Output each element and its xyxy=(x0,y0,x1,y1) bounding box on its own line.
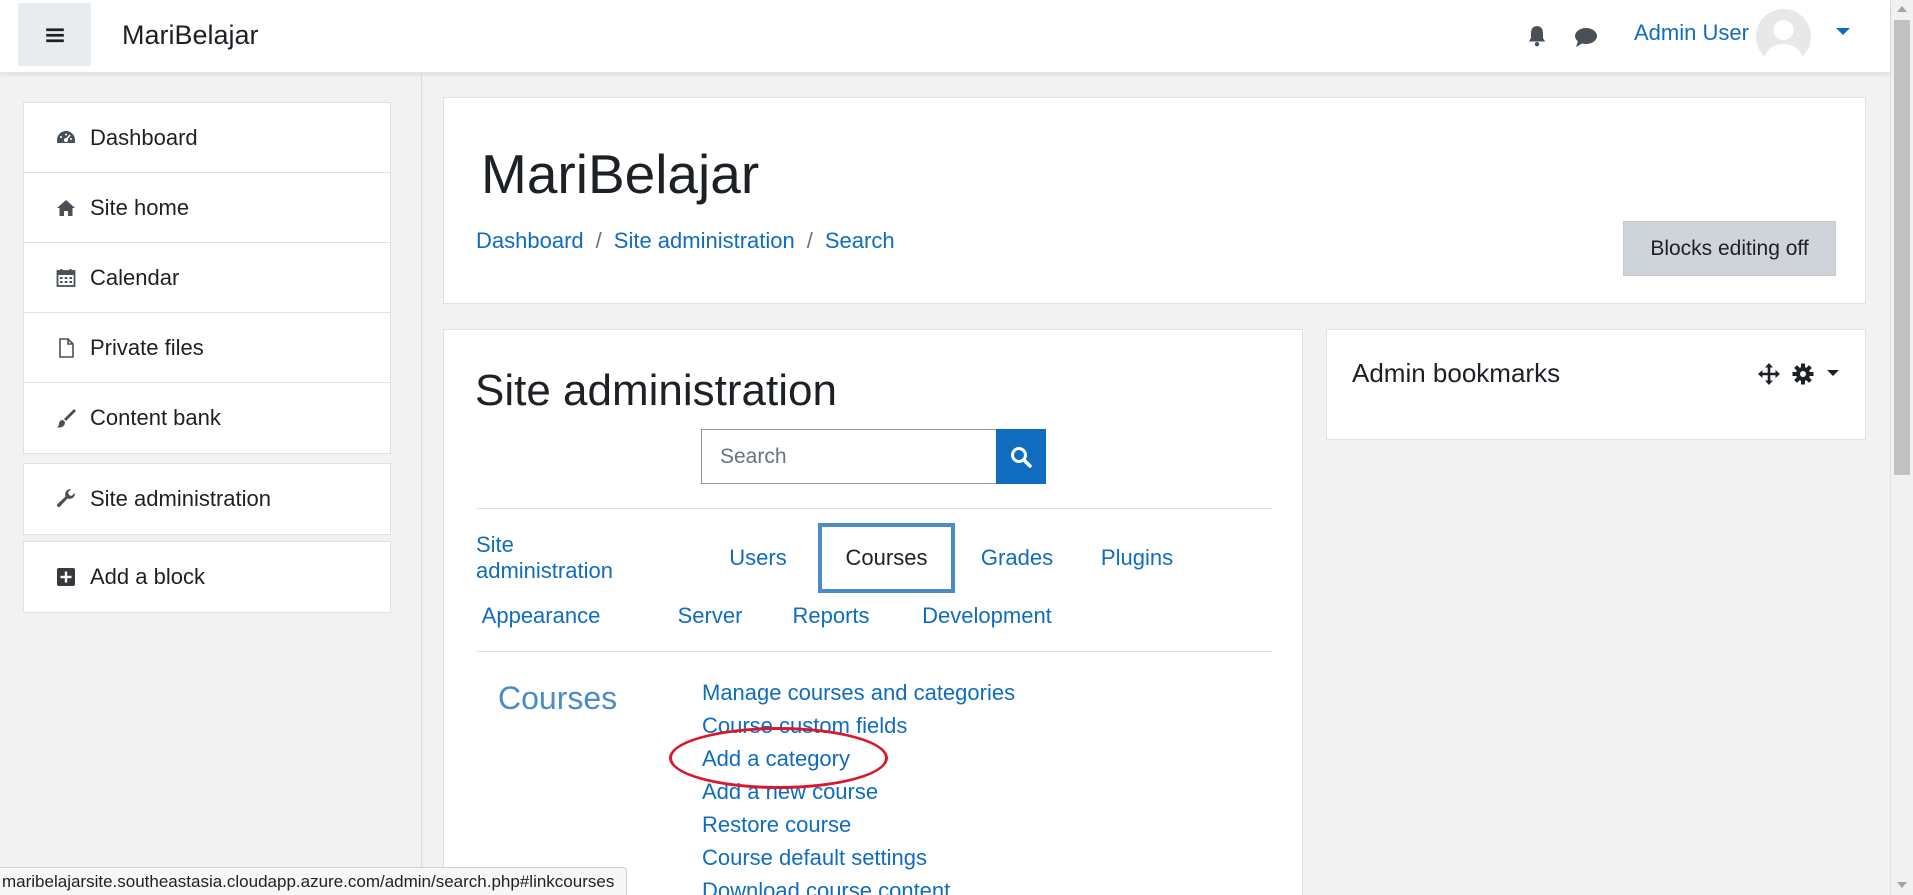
scroll-up-arrow-icon[interactable] xyxy=(1897,6,1907,12)
page-scrollbar[interactable] xyxy=(1890,0,1913,895)
breadcrumb-dashboard[interactable]: Dashboard xyxy=(476,228,584,254)
breadcrumb-separator: / xyxy=(806,228,813,253)
chat-icon[interactable] xyxy=(1573,26,1599,48)
courses-links-list: Manage courses and categories Course cus… xyxy=(702,676,1015,895)
link-download-course-content[interactable]: Download course content xyxy=(702,874,1015,895)
drawer-item-dashboard[interactable]: Dashboard xyxy=(24,103,390,173)
section-title: Courses xyxy=(498,680,618,716)
drawer-block-group: Add a block xyxy=(23,541,391,613)
block-title: Admin bookmarks xyxy=(1352,358,1561,388)
tab-server[interactable]: Server xyxy=(672,581,748,651)
move-icon[interactable] xyxy=(1757,362,1781,386)
blocks-editing-button[interactable]: Blocks editing off xyxy=(1623,221,1836,276)
breadcrumb-site-administration[interactable]: Site administration xyxy=(614,228,795,254)
tab-appearance[interactable]: Appearance xyxy=(476,581,606,651)
drawer-admin-group: Site administration xyxy=(23,463,391,535)
divider xyxy=(476,508,1272,509)
drawer-item-site-home[interactable]: Site home xyxy=(24,173,390,243)
caret-down-icon[interactable] xyxy=(1827,370,1839,376)
drawer-item-calendar[interactable]: Calendar xyxy=(24,243,390,313)
tab-development[interactable]: Development xyxy=(913,581,1061,651)
divider xyxy=(476,651,1272,652)
drawer-item-private-files[interactable]: Private files xyxy=(24,313,390,383)
user-menu-name[interactable]: Admin User xyxy=(1634,20,1749,46)
link-add-new-course[interactable]: Add a new course xyxy=(702,775,1015,808)
caret-down-icon[interactable] xyxy=(1836,28,1850,35)
top-navbar: MariBelajar Admin User xyxy=(0,0,1890,73)
site-brand[interactable]: MariBelajar xyxy=(122,20,259,51)
link-manage-courses[interactable]: Manage courses and categories xyxy=(702,676,1015,709)
admin-search-form xyxy=(701,429,1046,484)
drawer-item-site-administration[interactable]: Site administration xyxy=(24,464,390,534)
file-icon xyxy=(54,336,78,360)
drawer-item-content-bank[interactable]: Content bank xyxy=(24,383,390,453)
tab-reports[interactable]: Reports xyxy=(784,581,878,651)
breadcrumb-search[interactable]: Search xyxy=(825,228,895,254)
home-icon xyxy=(54,196,78,220)
bell-icon[interactable] xyxy=(1526,24,1548,48)
search-input[interactable] xyxy=(701,429,996,484)
plus-square-icon xyxy=(54,565,78,589)
main-region: Site administration Site administration … xyxy=(443,329,1303,895)
drawer-item-label: Site administration xyxy=(90,486,271,511)
drawer-item-label: Private files xyxy=(90,334,204,360)
tab-plugins[interactable]: Plugins xyxy=(1096,523,1178,593)
gear-icon[interactable] xyxy=(1792,363,1814,385)
page-title: MariBelajar xyxy=(481,143,760,205)
nav-drawer: Dashboard Site home Calendar Private fil… xyxy=(0,74,422,895)
search-button[interactable] xyxy=(996,429,1046,484)
drawer-item-label: Dashboard xyxy=(90,124,198,150)
drawer-item-label: Calendar xyxy=(90,264,180,290)
search-icon xyxy=(1011,446,1032,468)
menu-toggle-button[interactable] xyxy=(18,3,91,66)
dashboard-icon xyxy=(54,126,78,150)
drawer-item-label: Site home xyxy=(90,194,190,220)
breadcrumb: Dashboard / Site administration / Search xyxy=(476,228,895,254)
drawer-item-add-block[interactable]: Add a block xyxy=(24,542,390,612)
avatar[interactable] xyxy=(1756,9,1811,64)
calendar-icon xyxy=(54,266,78,290)
scroll-down-arrow-icon[interactable] xyxy=(1897,882,1907,888)
drawer-item-label: Content bank xyxy=(90,405,221,430)
link-add-category[interactable]: Add a category xyxy=(702,742,1015,775)
wrench-icon xyxy=(54,487,78,511)
breadcrumb-separator: / xyxy=(595,228,602,253)
main-heading: Site administration xyxy=(475,366,837,415)
status-bar-url: maribelajarsite.southeastasia.cloudapp.a… xyxy=(0,867,628,895)
link-course-custom-fields[interactable]: Course custom fields xyxy=(702,709,1015,742)
brush-icon xyxy=(54,406,78,430)
drawer-main-group: Dashboard Site home Calendar Private fil… xyxy=(23,102,391,454)
admin-bookmarks-block: Admin bookmarks xyxy=(1326,329,1866,440)
drawer-item-label: Add a block xyxy=(90,564,205,589)
scrollbar-thumb[interactable] xyxy=(1894,20,1910,475)
link-course-default-settings[interactable]: Course default settings xyxy=(702,841,1015,874)
link-restore-course[interactable]: Restore course xyxy=(702,808,1015,841)
menu-icon xyxy=(45,27,64,42)
page-header: MariBelajar Dashboard / Site administrat… xyxy=(443,97,1866,304)
